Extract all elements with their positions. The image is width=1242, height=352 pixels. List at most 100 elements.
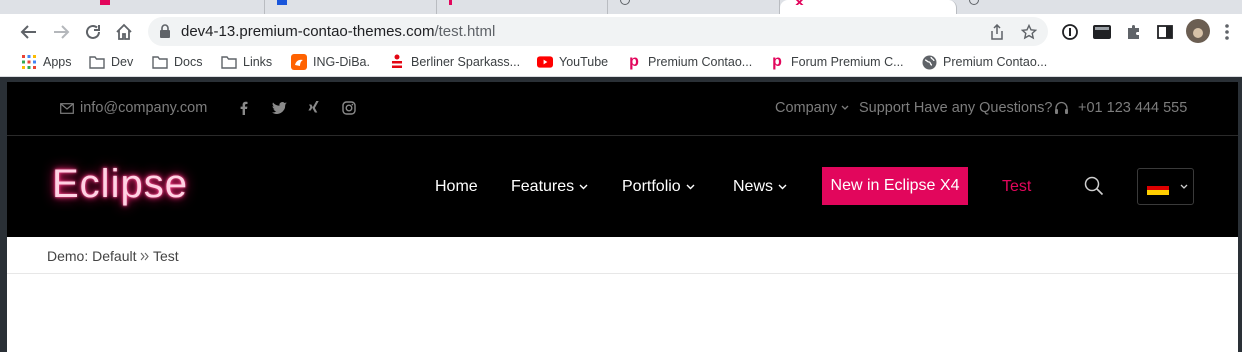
tab-favicon-icon [969,0,979,5]
bookmark-premium-contao[interactable]: p Premium Contao... [626,53,752,70]
bookmark-folder-docs[interactable]: Docs [152,54,202,70]
sparkasse-icon [389,54,405,70]
nav-cta-new-in-eclipse[interactable]: New in Eclipse X4 [822,167,968,205]
extension-button[interactable] [1060,22,1080,42]
folder-icon [221,54,237,70]
terminal-icon [1093,25,1111,39]
back-button[interactable] [16,19,42,45]
tab[interactable] [957,0,1242,14]
menu-button[interactable] [1220,22,1234,42]
nav-item-news[interactable]: News [733,178,787,196]
search-button[interactable] [1084,176,1104,196]
extensions-button[interactable] [1124,22,1144,42]
bookmark-youtube[interactable]: YouTube [537,54,608,70]
bookmark-sparkasse[interactable]: Berliner Sparkass... [389,54,520,70]
url-host: dev4-13.premium-contao-themes.com [181,23,435,40]
xing-icon[interactable] [305,99,323,117]
share-button[interactable] [988,23,1006,41]
support-text: Support Have any Questions? [859,100,1053,116]
company-label: Company [775,100,838,116]
lock-icon [160,24,170,38]
bookmark-ing[interactable]: ING-DiBa. [291,54,370,70]
main-header: Eclipse Home Features Portfolio News New… [7,136,1238,237]
tab-favicon-icon [277,0,287,5]
url-path: /test.html [434,23,496,40]
tab-active[interactable]: ✕ [780,0,957,14]
envelope-icon [60,102,74,114]
bookmark-label: Links [243,55,273,69]
tab[interactable] [437,0,608,14]
tab[interactable] [608,0,780,14]
bookmark-star-button[interactable] [1020,23,1038,41]
language-switcher[interactable] [1137,168,1194,205]
facebook-icon[interactable] [235,99,253,117]
chevron-down-icon [579,184,588,190]
bookmark-label: ING-DiBa. [313,55,370,69]
tab-strip: ✕ [0,0,1242,14]
tab-favicon-icon [620,0,630,5]
phone-link[interactable]: +01 123 444 555 [1054,100,1187,116]
more-vertical-icon [1225,24,1229,40]
double-chevron-right-icon [140,252,149,261]
bookmark-label: Dev [111,55,134,69]
german-flag-icon [1147,181,1169,195]
tab[interactable] [0,0,265,14]
nav-item-features[interactable]: Features [511,178,588,196]
site-logo[interactable]: Eclipse [52,162,188,207]
breadcrumb: Demo: Default Test [7,237,1238,274]
home-icon [116,23,132,40]
globe-icon [921,54,937,70]
tab-favicon-icon [100,0,110,5]
tab[interactable] [265,0,437,14]
youtube-icon [537,54,553,70]
extension-button[interactable] [1092,22,1112,42]
apps-grid-icon [21,54,37,70]
address-bar[interactable]: dev4-13.premium-contao-themes.com/test.h… [148,17,1048,46]
twitter-icon[interactable] [270,99,288,117]
star-icon [1021,24,1037,40]
nav-item-test-active[interactable]: Test [1002,178,1031,196]
bookmark-label: Premium Contao... [943,55,1048,69]
bookmark-label: YouTube [559,55,609,69]
folder-icon [89,54,105,70]
side-panel-button[interactable] [1155,22,1175,42]
email-text: info@company.com [80,100,208,116]
tab-favicon-icon: ✕ [794,0,808,5]
bookmark-label: Forum Premium C... [791,55,904,69]
forward-button[interactable] [48,19,74,45]
bookmark-folder-dev[interactable]: Dev [89,54,133,70]
top-info-bar: info@company.com Company Support Have an… [7,82,1238,136]
company-dropdown[interactable]: Company [775,100,849,116]
share-icon [991,24,1003,40]
chevron-down-icon [686,184,695,190]
chevron-down-icon [778,184,787,190]
nav-item-portfolio[interactable]: Portfolio [622,178,695,196]
ing-lion-icon [291,54,307,70]
chevron-down-icon [1180,184,1188,189]
search-icon [1084,176,1104,196]
reload-button[interactable] [80,19,106,45]
chevron-down-icon [841,105,849,110]
nav-label: Portfolio [622,178,681,195]
back-arrow-icon [20,25,36,39]
phone-number: +01 123 444 555 [1078,100,1188,116]
profile-avatar[interactable] [1186,19,1210,43]
breadcrumb-link-root[interactable]: Demo: Default [47,248,136,264]
reload-icon [86,24,100,39]
email-link[interactable]: info@company.com [60,100,207,116]
puzzle-icon [1128,25,1139,39]
nav-label: Features [511,178,575,195]
bookmark-folder-links[interactable]: Links [221,54,272,70]
bookmark-apps[interactable]: Apps [21,54,72,70]
bookmark-forum-premium[interactable]: p Forum Premium C... [769,53,904,70]
nav-item-home[interactable]: Home [435,178,478,196]
url-text: dev4-13.premium-contao-themes.com/test.h… [181,23,495,40]
bookmarks-bar: Apps Dev Docs Links ING-DiBa. Berliner S… [0,48,1242,77]
forward-arrow-icon [54,25,70,39]
instagram-icon[interactable] [340,99,358,117]
info-circle-icon [1062,24,1078,40]
home-button[interactable] [111,19,137,45]
tab-favicon-icon [449,0,452,5]
bookmark-label: Docs [174,55,203,69]
bookmark-premium-contao-2[interactable]: Premium Contao... [921,54,1047,70]
